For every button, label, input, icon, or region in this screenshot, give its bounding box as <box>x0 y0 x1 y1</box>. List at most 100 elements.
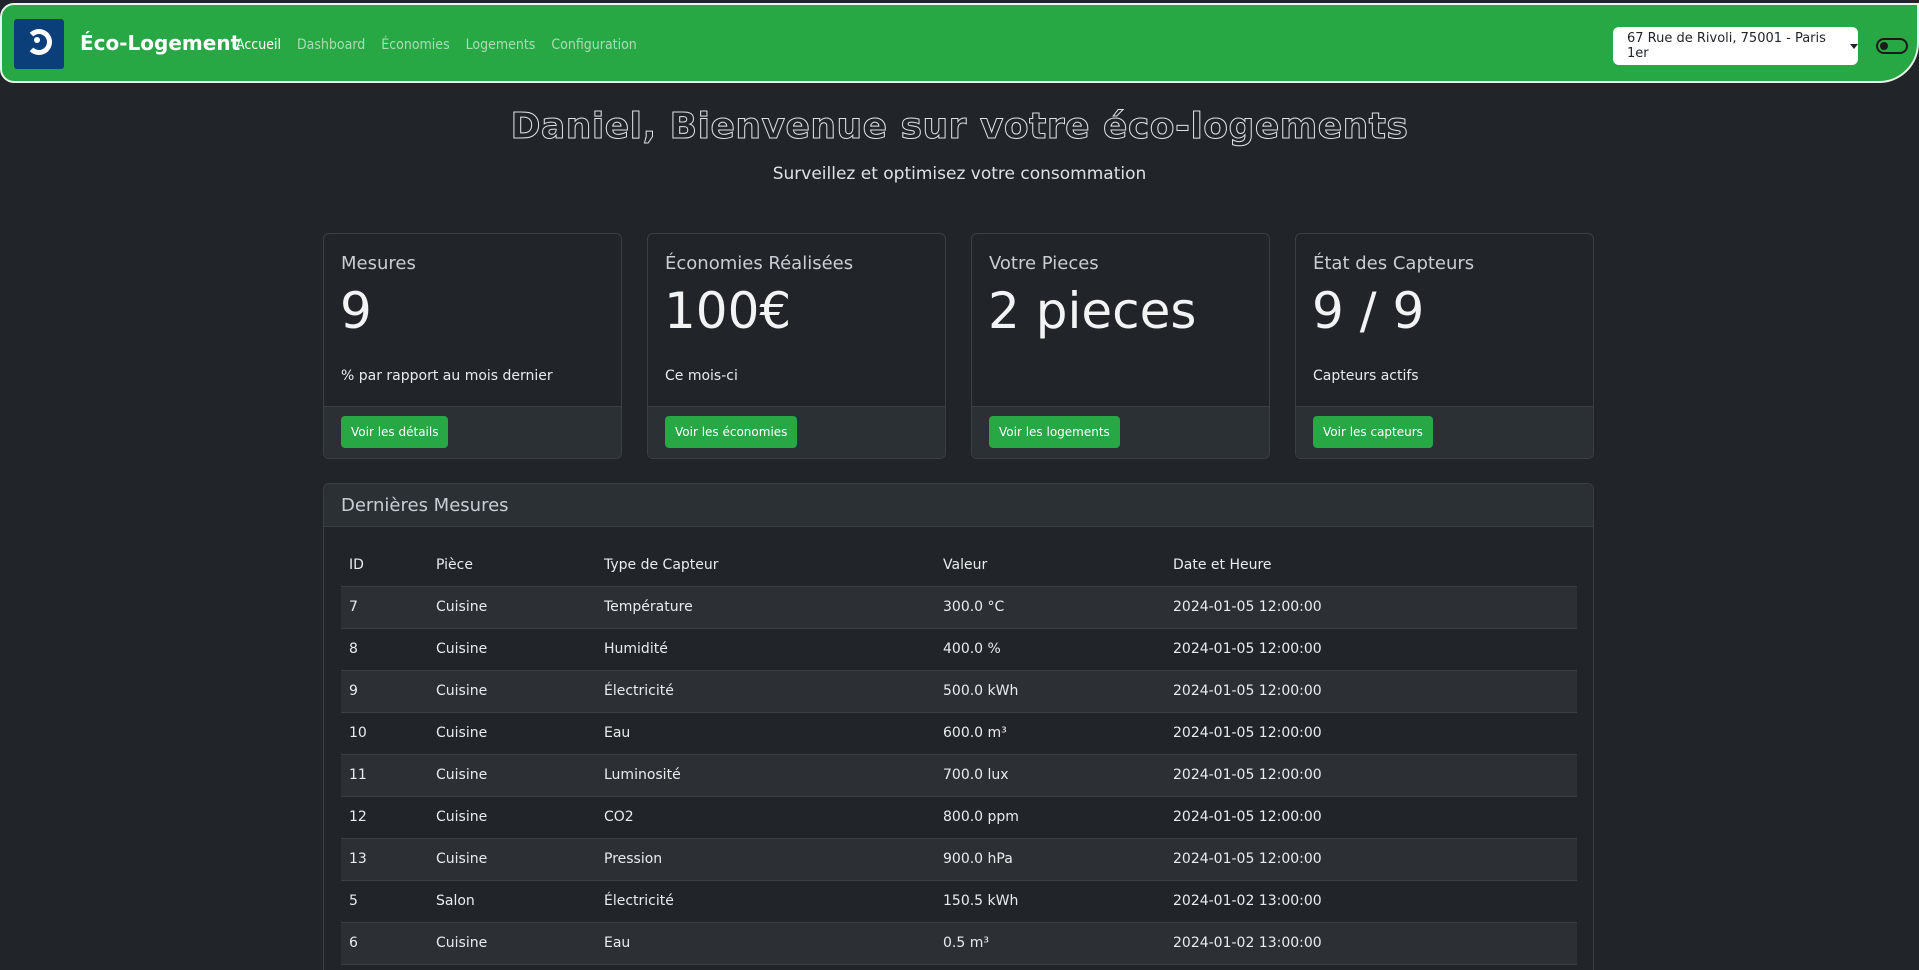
column-header-piece: Pièce <box>428 544 596 587</box>
cell-date: 2024-01-05 12:00:00 <box>1165 628 1577 671</box>
card-value: 9 / 9 <box>1312 282 1425 340</box>
cell-id: 5 <box>341 880 428 923</box>
card-footer: Voir les détails <box>324 406 621 458</box>
card-footer: Voir les logements <box>972 406 1269 458</box>
table-row: 9 Cuisine Électricité 500.0 kWh 2024-01-… <box>341 670 1577 713</box>
column-header-valeur: Valeur <box>935 544 1165 587</box>
logements-button[interactable]: Voir les logements <box>989 416 1120 448</box>
cell-piece: Cuisine <box>428 712 596 755</box>
card-value: 9 <box>340 282 372 340</box>
cell-date: 2024-01-05 12:00:00 <box>1165 754 1577 797</box>
card-text: Capteurs actifs <box>1313 368 1419 384</box>
table-header-row: ID Pièce Type de Capteur Valeur Date et … <box>341 544 1577 587</box>
cell-date: 2024-01-05 12:00:00 <box>1165 796 1577 839</box>
address-label: 67 Rue de Rivoli, 75001 - Paris 1er <box>1627 31 1826 61</box>
nav-link-dashboard[interactable]: Dashboard <box>297 37 365 53</box>
card-capteurs: État des Capteurs 9 / 9 Capteurs actifs … <box>1295 233 1594 459</box>
table-row: 10 Cuisine Eau 600.0 m³ 2024-01-05 12:00… <box>341 712 1577 755</box>
navbar: Éco-Logement Accueil Dashboard Économies… <box>0 3 1919 83</box>
theme-toggle[interactable] <box>1876 38 1908 54</box>
cell-type: Eau <box>596 712 935 755</box>
nav-link-accueil[interactable]: Accueil <box>236 37 281 53</box>
table-row: 13 Cuisine Pression 900.0 hPa 2024-01-05… <box>341 838 1577 881</box>
card-mesures: Mesures 9 % par rapport au mois dernier … <box>323 233 622 459</box>
page-subtitle: Surveillez et optimisez votre consommati… <box>772 164 1147 184</box>
address-dropdown[interactable]: 67 Rue de Rivoli, 75001 - Paris 1er <box>1613 27 1858 65</box>
table-row: 7 Cuisine Température 300.0 °C 2024-01-0… <box>341 586 1577 629</box>
cell-date: 2024-01-02 13:00:00 <box>1165 922 1577 965</box>
cell-valeur: 600.0 m³ <box>935 712 1165 755</box>
cell-type: Électricité <box>596 670 935 713</box>
cell-piece: Cuisine <box>428 754 596 797</box>
cell-piece: Cuisine <box>428 628 596 671</box>
table-row: 12 Cuisine CO2 800.0 ppm 2024-01-05 12:0… <box>341 796 1577 839</box>
card-value: 2 pieces <box>988 282 1197 340</box>
chevron-down-icon <box>1850 43 1858 49</box>
cell-piece: Cuisine <box>428 670 596 713</box>
column-header-date: Date et Heure <box>1165 544 1577 587</box>
cell-piece: Salon <box>428 880 596 923</box>
nav-link-configuration[interactable]: Configuration <box>551 37 636 53</box>
cell-valeur: 150.5 kWh <box>935 880 1165 923</box>
cell-id: 13 <box>341 838 428 881</box>
cell-type: Humidité <box>596 628 935 671</box>
cell-date: 2024-01-05 12:00:00 <box>1165 670 1577 713</box>
cell-date: 2024-01-05 12:00:00 <box>1165 838 1577 881</box>
cell-piece: Cuisine <box>428 796 596 839</box>
cell-type: Électricité <box>596 880 935 923</box>
measurements-card: Dernières Mesures ID Pièce Type de Capte… <box>323 483 1594 970</box>
card-value: 100€ <box>664 282 792 340</box>
nav-link-logements[interactable]: Logements <box>466 37 536 53</box>
cell-type: Eau <box>596 922 935 965</box>
column-header-type: Type de Capteur <box>596 544 935 587</box>
logo-icon <box>26 29 52 55</box>
cell-id: 9 <box>341 670 428 713</box>
cell-valeur: 900.0 hPa <box>935 838 1165 881</box>
nav-link-economies[interactable]: Économies <box>381 37 449 53</box>
logo[interactable] <box>14 19 64 69</box>
cell-id: 8 <box>341 628 428 671</box>
cell-type: Température <box>596 586 935 629</box>
card-title: Mesures <box>341 253 416 274</box>
cell-id: 6 <box>341 922 428 965</box>
cell-valeur: 500.0 kWh <box>935 670 1165 713</box>
cell-id: 12 <box>341 796 428 839</box>
table-row: 6 Cuisine Eau 0.5 m³ 2024-01-02 13:00:00 <box>341 922 1577 965</box>
details-button[interactable]: Voir les détails <box>341 416 449 448</box>
column-header-id: ID <box>341 544 428 587</box>
economies-button[interactable]: Voir les économies <box>665 416 798 448</box>
cell-valeur: 0.5 m³ <box>935 922 1165 965</box>
cell-valeur: 800.0 ppm <box>935 796 1165 839</box>
cell-id: 7 <box>341 586 428 629</box>
cell-id: 10 <box>341 712 428 755</box>
cell-valeur: 700.0 lux <box>935 754 1165 797</box>
cell-date: 2024-01-05 12:00:00 <box>1165 712 1577 755</box>
cell-type: Pression <box>596 838 935 881</box>
cell-type: CO2 <box>596 796 935 839</box>
card-title: Votre Pieces <box>989 253 1099 274</box>
measurements-title: Dernières Mesures <box>324 484 1593 527</box>
capteurs-button[interactable]: Voir les capteurs <box>1313 416 1433 448</box>
card-title: État des Capteurs <box>1313 253 1475 274</box>
card-footer: Voir les économies <box>648 406 945 458</box>
nav-links: Accueil Dashboard Économies Logements Co… <box>236 37 637 53</box>
measurements-table: ID Pièce Type de Capteur Valeur Date et … <box>341 544 1577 965</box>
table-row: 11 Cuisine Luminosité 700.0 lux 2024-01-… <box>341 754 1577 797</box>
card-economies: Économies Réalisées 100€ Ce mois-ci Voir… <box>647 233 946 459</box>
cell-valeur: 400.0 % <box>935 628 1165 671</box>
cell-valeur: 300.0 °C <box>935 586 1165 629</box>
card-footer: Voir les capteurs <box>1296 406 1593 458</box>
cell-id: 11 <box>341 754 428 797</box>
table-row: 8 Cuisine Humidité 400.0 % 2024-01-05 12… <box>341 628 1577 671</box>
cell-piece: Cuisine <box>428 838 596 881</box>
page-title: Daniel, Bienvenue sur votre éco-logement… <box>510 106 1409 148</box>
cell-piece: Cuisine <box>428 922 596 965</box>
cell-date: 2024-01-05 12:00:00 <box>1165 586 1577 629</box>
card-pieces: Votre Pieces 2 pieces Voir les logements <box>971 233 1270 459</box>
card-text: Ce mois-ci <box>665 368 738 384</box>
cell-type: Luminosité <box>596 754 935 797</box>
brand-name[interactable]: Éco-Logement <box>80 31 240 55</box>
cell-piece: Cuisine <box>428 586 596 629</box>
cell-date: 2024-01-02 13:00:00 <box>1165 880 1577 923</box>
table-row: 5 Salon Électricité 150.5 kWh 2024-01-02… <box>341 880 1577 923</box>
